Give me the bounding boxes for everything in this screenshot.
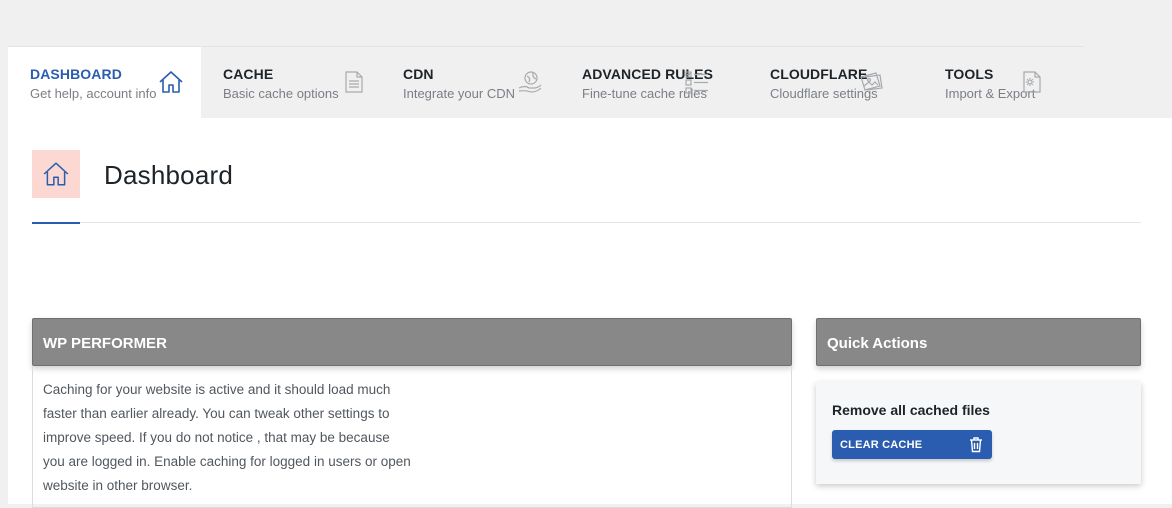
tab-description: Import & Export xyxy=(945,86,1036,101)
home-icon xyxy=(158,69,184,95)
file-gear-icon xyxy=(1019,69,1045,95)
tab-tools[interactable]: TOOLS Import & Export xyxy=(923,47,1084,119)
tab-cloudflare[interactable]: CLOUDFLARE Cloudflare settings xyxy=(748,47,923,119)
tab-title: ADVANCED RULES xyxy=(582,66,714,82)
home-icon xyxy=(32,150,80,198)
plugin-app: DASHBOARD Get help, account info CACHE B… xyxy=(8,46,1172,508)
tab-description: Fine-tune cache rules xyxy=(582,86,708,101)
checklist-icon xyxy=(684,69,710,95)
quick-actions-card-body: Remove all cached files CLEAR CACHE xyxy=(816,382,1141,484)
tab-title: CLOUDFLARE xyxy=(770,66,868,82)
clear-cache-button[interactable]: CLEAR CACHE xyxy=(832,430,992,459)
dashboard-panel: Dashboard WP PERFORMER Caching for your … xyxy=(8,118,1172,508)
tab-title: TOOLS xyxy=(945,66,994,82)
tab-cache[interactable]: CACHE Basic cache options xyxy=(201,47,381,119)
wp-performer-title: WP PERFORMER xyxy=(43,335,167,352)
tab-advanced-rules[interactable]: ADVANCED RULES Fine-tune cache rules xyxy=(560,47,748,119)
remove-cached-files-label: Remove all cached files xyxy=(832,402,990,418)
wp-performer-description: Caching for your website is active and i… xyxy=(43,382,411,493)
images-icon xyxy=(858,69,884,95)
globe-hand-icon xyxy=(517,69,543,95)
quick-actions-card-header: Quick Actions xyxy=(816,318,1141,366)
header-divider-accent xyxy=(32,222,80,224)
tab-cdn[interactable]: CDN Integrate your CDN xyxy=(381,47,560,119)
document-icon xyxy=(341,69,367,95)
quick-actions-title: Quick Actions xyxy=(827,335,928,352)
wp-performer-card-header: WP PERFORMER xyxy=(32,318,792,366)
header-divider xyxy=(32,222,1141,223)
tab-description: Cloudflare settings xyxy=(770,86,878,101)
tab-bar: DASHBOARD Get help, account info CACHE B… xyxy=(8,46,1084,119)
page-title: Dashboard xyxy=(104,160,233,190)
trash-icon xyxy=(968,436,984,453)
wp-performer-card-body: Caching for your website is active and i… xyxy=(32,366,792,508)
tab-dashboard[interactable]: DASHBOARD Get help, account info xyxy=(8,47,201,119)
clear-cache-button-label: CLEAR CACHE xyxy=(840,438,923,451)
